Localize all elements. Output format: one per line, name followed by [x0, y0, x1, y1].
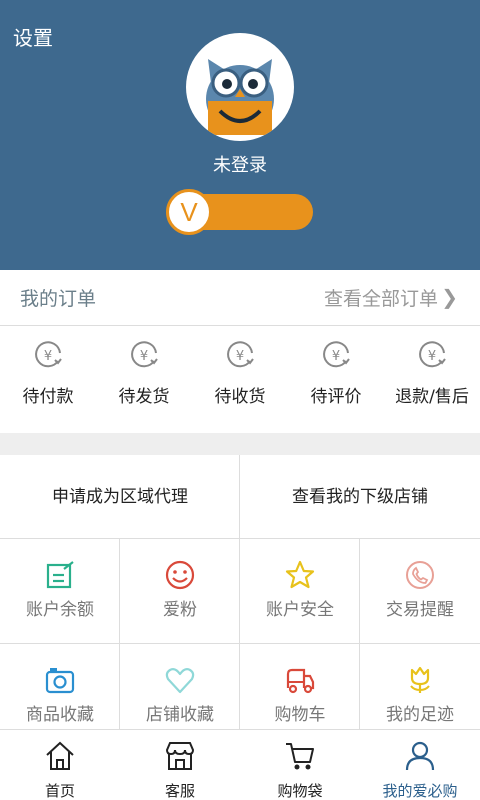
grid-label: 购物车: [274, 705, 326, 725]
cart-icon: [286, 743, 314, 770]
order-pending-payment[interactable]: ¥ 待付款: [0, 327, 96, 433]
tab-label: 购物袋: [277, 782, 323, 800]
home-icon: [46, 741, 74, 770]
orders-section-header: 我的订单 查看全部订单 ❯: [0, 270, 480, 326]
grid-item-fans[interactable]: 爱粉: [120, 539, 240, 644]
tab-label: 首页: [44, 782, 75, 800]
grid-label: 交易提醒: [386, 600, 454, 620]
svg-text:¥: ¥: [332, 349, 340, 364]
settings-button[interactable]: 设置: [13, 22, 53, 51]
function-grid: 账户余额 爱粉 账户安全 交易提醒 商品收藏 店铺收藏 购物车 我的足迹: [0, 539, 480, 749]
owl-avatar-icon: [206, 59, 274, 135]
svg-text:¥: ¥: [428, 349, 436, 364]
balance-icon: [46, 561, 74, 589]
tab-label: 我的爱必购: [382, 782, 458, 800]
tulip-icon: [410, 666, 430, 693]
grid-label: 我的足迹: [386, 705, 454, 725]
login-status[interactable]: 未登录: [0, 151, 480, 177]
grid-item-trade-reminder[interactable]: 交易提醒: [360, 539, 480, 644]
order-label: 待收货: [214, 387, 266, 407]
order-pending-receipt[interactable]: ¥ 待收货: [192, 327, 288, 433]
pending-shipment-icon: ¥: [131, 341, 158, 368]
pending-review-icon: ¥: [323, 341, 350, 368]
grid-label: 商品收藏: [26, 705, 94, 725]
order-refund[interactable]: ¥ 退款/售后: [384, 327, 480, 433]
bottom-tab-bar: 首页 客服 购物袋 我的爱必购: [0, 729, 480, 800]
order-pending-shipment[interactable]: ¥ 待发货: [96, 327, 192, 433]
order-label: 待付款: [22, 387, 74, 407]
view-all-orders-link[interactable]: 查看全部订单: [324, 284, 438, 311]
chevron-right-icon[interactable]: ❯: [441, 285, 458, 309]
profile-header: 设置 未登录 V: [0, 0, 480, 270]
svg-text:¥: ¥: [236, 349, 244, 364]
grid-label: 店铺收藏: [146, 705, 214, 725]
truck-icon: [286, 668, 315, 694]
store-icon: [165, 742, 195, 770]
tab-my-account[interactable]: 我的爱必购: [360, 730, 480, 800]
order-label: 待发货: [118, 387, 170, 407]
order-label: 退款/售后: [395, 387, 469, 407]
heart-icon: [165, 668, 195, 694]
grid-item-balance[interactable]: 账户余额: [0, 539, 120, 644]
tab-shopping-bag[interactable]: 购物袋: [240, 730, 360, 800]
pending-payment-icon: ¥: [35, 341, 62, 368]
apply-agent-button[interactable]: 申请成为区域代理: [0, 455, 240, 539]
grid-label: 账户安全: [266, 600, 334, 620]
orders-title: 我的订单: [20, 288, 97, 310]
view-subordinate-stores-button[interactable]: 查看我的下级店铺: [240, 455, 480, 539]
section-divider: [0, 433, 480, 455]
avatar[interactable]: [186, 33, 294, 141]
svg-text:¥: ¥: [44, 349, 52, 364]
grid-label: 账户余额: [26, 600, 94, 620]
order-label: 待评价: [310, 387, 362, 407]
star-icon: [285, 560, 315, 589]
grid-item-security[interactable]: 账户安全: [240, 539, 360, 644]
refund-icon: ¥: [419, 341, 446, 368]
svg-text:¥: ¥: [140, 349, 148, 364]
tab-label: 客服: [164, 782, 195, 800]
pending-receipt-icon: ¥: [227, 341, 254, 368]
order-status-row: ¥ 待付款 ¥ 待发货 ¥ 待收货 ¥ 待评价 ¥ 退款/售后: [0, 327, 480, 433]
tab-home[interactable]: 首页: [0, 730, 120, 800]
grid-label: 爱粉: [163, 600, 197, 620]
agent-row: 申请成为区域代理 查看我的下级店铺: [0, 455, 480, 539]
vip-badge: V: [166, 189, 212, 235]
camera-icon: [45, 668, 75, 694]
user-icon: [405, 741, 435, 771]
phone-icon: [406, 561, 434, 589]
order-pending-review[interactable]: ¥ 待评价: [288, 327, 384, 433]
smile-icon: [165, 560, 195, 590]
tab-service[interactable]: 客服: [120, 730, 240, 800]
